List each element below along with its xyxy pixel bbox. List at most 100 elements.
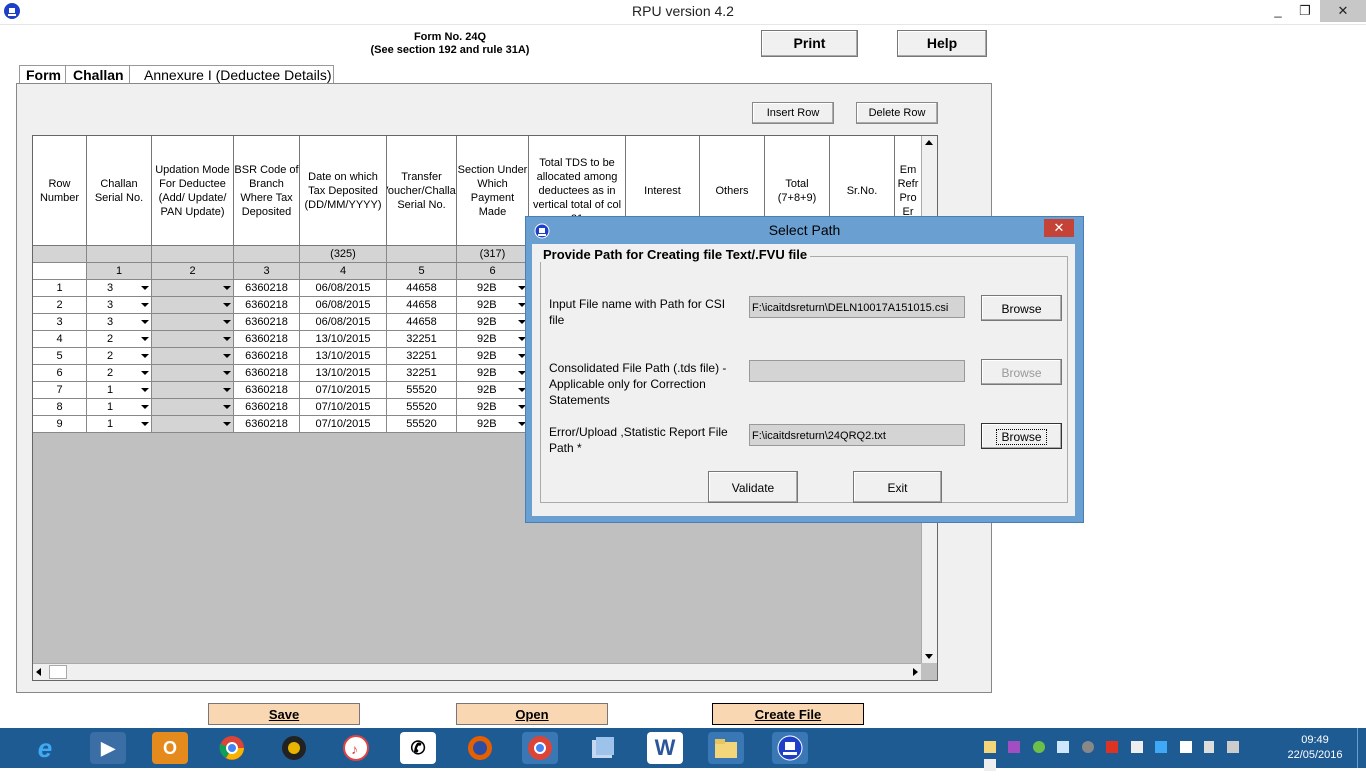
insert-row-button[interactable]: Insert Row <box>752 102 834 124</box>
cell-bsr-code[interactable]: 6360218 <box>234 297 300 314</box>
dropdown-arrow-icon[interactable] <box>223 286 231 290</box>
cell-section[interactable]: 92B <box>457 314 529 331</box>
open-button[interactable]: Open <box>456 703 608 725</box>
tray-folder-icon[interactable] <box>984 741 996 753</box>
cell-date-deposited[interactable]: 13/10/2015 <box>300 365 387 382</box>
dropdown-arrow-icon[interactable] <box>141 354 149 358</box>
delete-row-button[interactable]: Delete Row <box>856 102 938 124</box>
dropdown-arrow-icon[interactable] <box>223 371 231 375</box>
cell-transfer-voucher[interactable]: 32251 <box>387 348 457 365</box>
dropdown-arrow-icon[interactable] <box>223 354 231 358</box>
cell-transfer-voucher[interactable]: 32251 <box>387 331 457 348</box>
tray-battery-icon[interactable] <box>1204 741 1215 753</box>
cell-challan-serial[interactable]: 1 <box>87 399 152 416</box>
cell-challan-serial[interactable]: 1 <box>87 416 152 433</box>
dropdown-arrow-icon[interactable] <box>141 388 149 392</box>
cell-bsr-code[interactable]: 6360218 <box>234 416 300 433</box>
cell-updation-mode[interactable] <box>152 331 234 348</box>
tab-annexure[interactable]: Annexure I (Deductee Details) <box>144 66 332 84</box>
cell-bsr-code[interactable]: 6360218 <box>234 382 300 399</box>
tray-plus-icon[interactable] <box>1032 741 1045 753</box>
cell-updation-mode[interactable] <box>152 297 234 314</box>
cell-bsr-code[interactable]: 6360218 <box>234 399 300 416</box>
help-button[interactable]: Help <box>897 30 987 57</box>
cell-section[interactable]: 92B <box>457 280 529 297</box>
scroll-left-icon[interactable] <box>36 668 41 676</box>
tray-signal-icon[interactable] <box>1226 741 1239 753</box>
cell-transfer-voucher[interactable]: 44658 <box>387 297 457 314</box>
dropdown-arrow-icon[interactable] <box>223 405 231 409</box>
dropdown-arrow-icon[interactable] <box>223 337 231 341</box>
cell-challan-serial[interactable]: 3 <box>87 297 152 314</box>
whatsapp-icon[interactable]: ✆ <box>400 732 436 764</box>
horizontal-scrollbar[interactable] <box>33 663 921 680</box>
cell-date-deposited[interactable]: 06/08/2015 <box>300 280 387 297</box>
cell-date-deposited[interactable]: 07/10/2015 <box>300 399 387 416</box>
internet-explorer-icon[interactable]: e <box>27 732 63 764</box>
cell-transfer-voucher[interactable]: 44658 <box>387 314 457 331</box>
cell-transfer-voucher[interactable]: 55520 <box>387 399 457 416</box>
cell-updation-mode[interactable] <box>152 348 234 365</box>
file-explorer-icon[interactable] <box>585 732 621 764</box>
cell-bsr-code[interactable]: 6360218 <box>234 331 300 348</box>
cell-date-deposited[interactable]: 13/10/2015 <box>300 331 387 348</box>
cell-updation-mode[interactable] <box>152 399 234 416</box>
cell-section[interactable]: 92B <box>457 416 529 433</box>
chrome-alt-icon[interactable] <box>522 732 558 764</box>
cell-section[interactable]: 92B <box>457 382 529 399</box>
tray-snowflake-icon[interactable] <box>1057 741 1070 753</box>
dropdown-arrow-icon[interactable] <box>141 320 149 324</box>
scroll-down-icon[interactable] <box>925 654 933 659</box>
tray-volume-icon[interactable] <box>984 759 996 771</box>
media-player-icon[interactable]: ▶ <box>90 732 126 764</box>
cell-transfer-voucher[interactable]: 44658 <box>387 280 457 297</box>
minimize-button[interactable]: _ <box>1263 0 1293 22</box>
error-report-field[interactable]: F:\icaitdsreturn\24QRQ2.txt <box>749 424 965 446</box>
tray-clock-icon[interactable] <box>1081 741 1094 753</box>
input-file-field[interactable]: F:\icaitdsreturn\DELN10017A151015.csi <box>749 296 965 318</box>
system-tray[interactable] <box>984 740 1254 771</box>
browse-input-button[interactable]: Browse <box>981 295 1062 321</box>
cell-transfer-voucher[interactable]: 55520 <box>387 416 457 433</box>
tray-x-icon[interactable] <box>1130 741 1143 753</box>
dropdown-arrow-icon[interactable] <box>223 388 231 392</box>
cell-challan-serial[interactable]: 3 <box>87 280 152 297</box>
taskbar-clock[interactable]: 09:49 22/05/2016 <box>1280 733 1350 763</box>
cell-challan-serial[interactable]: 2 <box>87 331 152 348</box>
consolidated-file-field[interactable] <box>749 360 965 382</box>
cell-bsr-code[interactable]: 6360218 <box>234 314 300 331</box>
scroll-up-icon[interactable] <box>925 140 933 145</box>
window-close-button[interactable]: ✕ <box>1320 0 1366 22</box>
dropdown-arrow-icon[interactable] <box>223 320 231 324</box>
print-button[interactable]: Print <box>761 30 858 57</box>
cell-bsr-code[interactable]: 6360218 <box>234 280 300 297</box>
cell-updation-mode[interactable] <box>152 365 234 382</box>
cell-date-deposited[interactable]: 06/08/2015 <box>300 297 387 314</box>
tab-form[interactable]: Form <box>26 66 61 84</box>
tab-challan[interactable]: Challan <box>73 66 124 84</box>
cell-transfer-voucher[interactable]: 55520 <box>387 382 457 399</box>
browse-error-button[interactable]: Browse <box>981 423 1062 449</box>
cell-challan-serial[interactable]: 2 <box>87 365 152 382</box>
cell-date-deposited[interactable]: 06/08/2015 <box>300 314 387 331</box>
dropdown-arrow-icon[interactable] <box>141 405 149 409</box>
dropdown-arrow-icon[interactable] <box>223 303 231 307</box>
validate-button[interactable]: Validate <box>708 471 798 503</box>
dropdown-arrow-icon[interactable] <box>141 303 149 307</box>
dropdown-arrow-icon[interactable] <box>223 422 231 426</box>
cell-section[interactable]: 92B <box>457 399 529 416</box>
cell-updation-mode[interactable] <box>152 416 234 433</box>
daemon-tools-icon[interactable] <box>276 732 312 764</box>
cell-section[interactable]: 92B <box>457 348 529 365</box>
create-file-button[interactable]: Create File <box>712 703 864 725</box>
cell-section[interactable]: 92B <box>457 331 529 348</box>
browse-consolidated-button[interactable]: Browse <box>981 359 1062 385</box>
save-button[interactable]: Save <box>208 703 360 725</box>
dropdown-arrow-icon[interactable] <box>141 422 149 426</box>
show-desktop-button[interactable] <box>1357 728 1366 768</box>
cell-transfer-voucher[interactable]: 32251 <box>387 365 457 382</box>
dropdown-arrow-icon[interactable] <box>141 371 149 375</box>
cell-section[interactable]: 92B <box>457 297 529 314</box>
outlook-icon[interactable]: O <box>152 732 188 764</box>
cell-challan-serial[interactable]: 2 <box>87 348 152 365</box>
